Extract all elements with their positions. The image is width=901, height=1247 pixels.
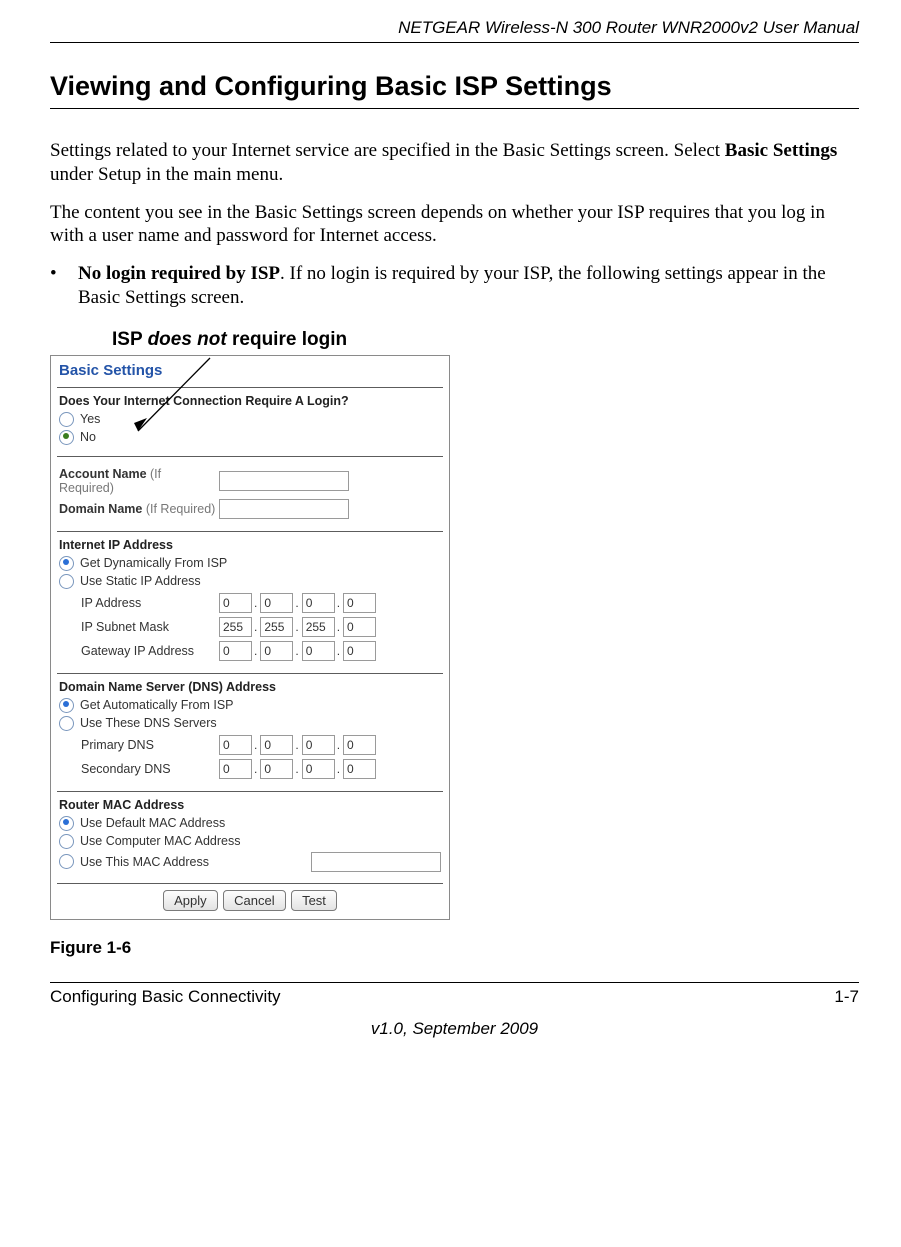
- sdns-oct-2[interactable]: 0: [260, 759, 293, 779]
- footer-rule: [50, 982, 859, 983]
- account-name-input[interactable]: [219, 471, 349, 491]
- ip-oct-1[interactable]: 0: [219, 593, 252, 613]
- pdns-oct-3[interactable]: 0: [302, 735, 335, 755]
- para-1-bold: Basic Settings: [725, 140, 837, 161]
- bullet-no-login: • No login required by ISP. If no login …: [50, 262, 859, 311]
- internet-ip-head: Internet IP Address: [59, 538, 441, 552]
- pdns-oct-1[interactable]: 0: [219, 735, 252, 755]
- primary-dns-label: Primary DNS: [81, 738, 219, 752]
- figure-caption: Figure 1-6: [50, 938, 470, 958]
- mac-computer-row[interactable]: Use Computer MAC Address: [59, 834, 441, 849]
- basic-settings-panel: Basic Settings Does Your Internet Connec…: [50, 355, 450, 920]
- radio-dns-use[interactable]: [59, 716, 74, 731]
- login-yes-row[interactable]: Yes: [59, 412, 441, 427]
- label-ip-dynamic: Get Dynamically From ISP: [80, 556, 227, 570]
- domain-name-hint: (If Required): [142, 502, 215, 516]
- ip-dyn-row[interactable]: Get Dynamically From ISP: [59, 556, 441, 571]
- mac-head: Router MAC Address: [59, 798, 441, 812]
- label-no: No: [80, 430, 96, 444]
- login-question: Does Your Internet Connection Require A …: [59, 394, 441, 408]
- sdns-oct-1[interactable]: 0: [219, 759, 252, 779]
- sdns-oct-3[interactable]: 0: [302, 759, 335, 779]
- radio-mac-this[interactable]: [59, 854, 74, 869]
- apply-button[interactable]: Apply: [163, 890, 218, 911]
- pdns-oct-2[interactable]: 0: [260, 735, 293, 755]
- subnet-oct-3[interactable]: 255: [302, 617, 335, 637]
- login-no-row[interactable]: No: [59, 430, 441, 445]
- radio-no[interactable]: [59, 430, 74, 445]
- gw-oct-2[interactable]: 0: [260, 641, 293, 661]
- gw-oct-4[interactable]: 0: [343, 641, 376, 661]
- para-1-c: under Setup in the main menu.: [50, 164, 283, 185]
- dns-head: Domain Name Server (DNS) Address: [59, 680, 441, 694]
- ip-static-row[interactable]: Use Static IP Address: [59, 574, 441, 589]
- label-dns-auto: Get Automatically From ISP: [80, 698, 234, 712]
- label-mac-computer: Use Computer MAC Address: [80, 834, 240, 848]
- callout-post: require login: [227, 329, 347, 350]
- label-mac-this: Use This MAC Address: [80, 855, 311, 869]
- label-dns-use: Use These DNS Servers: [80, 716, 217, 730]
- footer-chapter: Configuring Basic Connectivity: [50, 987, 281, 1007]
- subnet-input[interactable]: 255. 255. 255. 0: [219, 617, 376, 637]
- subnet-label: IP Subnet Mask: [81, 620, 219, 634]
- label-mac-default: Use Default MAC Address: [80, 816, 225, 830]
- dns-auto-row[interactable]: Get Automatically From ISP: [59, 698, 441, 713]
- ip-address-input[interactable]: 0. 0. 0. 0: [219, 593, 376, 613]
- figure-wrap: Basic Settings Does Your Internet Connec…: [50, 355, 470, 958]
- mac-this-input[interactable]: [311, 852, 441, 872]
- gateway-input[interactable]: 0. 0. 0. 0: [219, 641, 376, 661]
- gw-oct-3[interactable]: 0: [302, 641, 335, 661]
- section-rule: [50, 108, 859, 109]
- test-button[interactable]: Test: [291, 890, 337, 911]
- gw-oct-1[interactable]: 0: [219, 641, 252, 661]
- footer-page-number: 1-7: [834, 987, 859, 1007]
- ip-oct-4[interactable]: 0: [343, 593, 376, 613]
- radio-ip-dynamic[interactable]: [59, 556, 74, 571]
- account-name-label: Account Name: [59, 467, 147, 481]
- secondary-dns-input[interactable]: 0. 0. 0. 0: [219, 759, 376, 779]
- dns-use-row[interactable]: Use These DNS Servers: [59, 716, 441, 731]
- radio-ip-static[interactable]: [59, 574, 74, 589]
- mac-this-row[interactable]: Use This MAC Address: [59, 852, 441, 872]
- subnet-oct-2[interactable]: 255: [260, 617, 293, 637]
- ip-oct-3[interactable]: 0: [302, 593, 335, 613]
- domain-name-label: Domain Name: [59, 502, 142, 516]
- gateway-label: Gateway IP Address: [81, 644, 219, 658]
- callout-pre: ISP: [112, 329, 148, 350]
- ip-address-label: IP Address: [81, 596, 219, 610]
- panel-title: Basic Settings: [51, 356, 449, 387]
- para-1: Settings related to your Internet servic…: [50, 139, 859, 187]
- footer-version: v1.0, September 2009: [50, 1019, 859, 1039]
- para-1-a: Settings related to your Internet servic…: [50, 140, 725, 161]
- subnet-oct-4[interactable]: 0: [343, 617, 376, 637]
- label-yes: Yes: [80, 412, 100, 426]
- subnet-oct-1[interactable]: 255: [219, 617, 252, 637]
- ip-oct-2[interactable]: 0: [260, 593, 293, 613]
- domain-name-input[interactable]: [219, 499, 349, 519]
- para-2: The content you see in the Basic Setting…: [50, 201, 859, 249]
- callout-em: does not: [148, 329, 227, 350]
- radio-mac-default[interactable]: [59, 816, 74, 831]
- secondary-dns-label: Secondary DNS: [81, 762, 219, 776]
- bullet-dot: •: [50, 262, 78, 311]
- radio-mac-computer[interactable]: [59, 834, 74, 849]
- primary-dns-input[interactable]: 0. 0. 0. 0: [219, 735, 376, 755]
- running-header: NETGEAR Wireless-N 300 Router WNR2000v2 …: [50, 18, 859, 43]
- callout-label: ISP does not require login: [112, 329, 859, 351]
- section-heading: Viewing and Configuring Basic ISP Settin…: [50, 71, 859, 102]
- label-ip-static: Use Static IP Address: [80, 574, 201, 588]
- sdns-oct-4[interactable]: 0: [343, 759, 376, 779]
- mac-default-row[interactable]: Use Default MAC Address: [59, 816, 441, 831]
- pdns-oct-4[interactable]: 0: [343, 735, 376, 755]
- radio-yes[interactable]: [59, 412, 74, 427]
- bullet-bold: No login required by ISP: [78, 263, 280, 284]
- cancel-button[interactable]: Cancel: [223, 890, 285, 911]
- radio-dns-auto[interactable]: [59, 698, 74, 713]
